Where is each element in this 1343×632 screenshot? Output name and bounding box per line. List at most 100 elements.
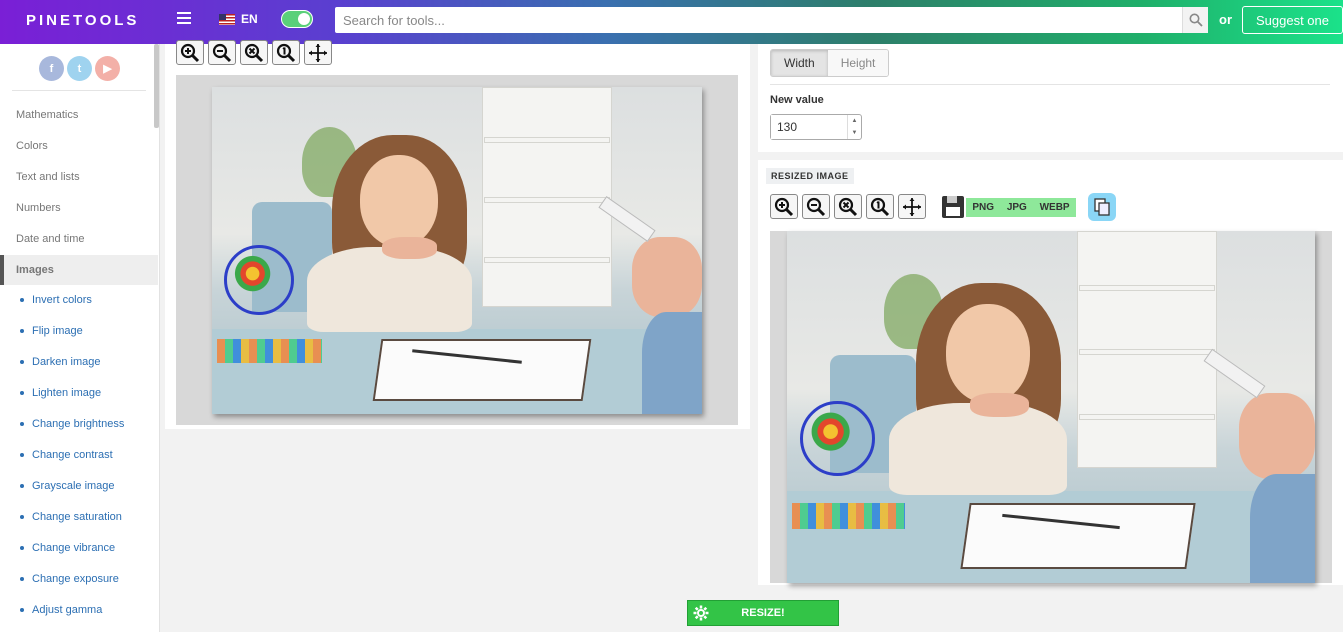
zoom-fit-icon	[838, 197, 858, 216]
sidebar-subitem-flip-image[interactable]: Flip image	[20, 325, 83, 337]
copy-to-clipboard-button[interactable]	[1088, 193, 1116, 221]
photo-sleeve	[1250, 474, 1315, 583]
twitter-icon[interactable]: t	[67, 56, 92, 81]
suggest-button[interactable]: Suggest one	[1242, 6, 1343, 34]
stepper-arrows: ▲ ▼	[847, 115, 861, 139]
zoom-fit-button[interactable]	[240, 40, 268, 65]
download-jpg-button[interactable]: JPG	[1007, 202, 1027, 213]
resized-image-title: RESIZED IMAGE	[766, 168, 854, 184]
photo-shelf	[484, 257, 610, 263]
photo-clipboard	[372, 339, 592, 401]
photo-girl-face	[946, 304, 1030, 403]
tab-width[interactable]: Width	[771, 50, 828, 76]
zoom-in-button[interactable]	[770, 194, 798, 219]
photo-toy	[224, 245, 294, 315]
sidebar-scrollbar[interactable]	[154, 44, 159, 128]
resized-zoom-toolbar	[770, 194, 926, 219]
zoom-actual-size-button[interactable]	[272, 40, 300, 65]
options-divider	[770, 84, 1330, 85]
decrement-icon[interactable]: ▼	[848, 127, 861, 139]
sidebar-subitem-change-saturation[interactable]: Change saturation	[20, 511, 122, 523]
sidebar-subitem-change-vibrance[interactable]: Change vibrance	[20, 542, 115, 554]
resize-button-label: RESIZE!	[741, 607, 785, 619]
sidebar: f t ▶ Mathematics Colors Text and lists …	[0, 44, 160, 632]
save-icon	[942, 196, 964, 218]
sidebar-item-numbers[interactable]: Numbers	[16, 202, 61, 214]
zoom-in-button[interactable]	[176, 40, 204, 65]
zoom-fit-icon	[244, 43, 264, 62]
resized-image	[787, 231, 1315, 583]
sidebar-subitem-invert-colors[interactable]: Invert colors	[20, 294, 92, 306]
photo-shelf	[484, 137, 610, 143]
social-links: f t ▶	[39, 56, 120, 81]
search-input[interactable]	[335, 7, 1182, 33]
menu-icon[interactable]	[177, 12, 191, 26]
facebook-icon[interactable]: f	[39, 56, 64, 81]
original-image	[212, 87, 702, 414]
download-png-button[interactable]: PNG	[972, 202, 994, 213]
sidebar-item-text-and-lists[interactable]: Text and lists	[16, 171, 80, 183]
sidebar-subitem-lighten-image[interactable]: Lighten image	[20, 387, 101, 399]
sidebar-subitem-adjust-gamma[interactable]: Adjust gamma	[20, 604, 102, 616]
dark-mode-toggle[interactable]	[281, 10, 313, 28]
tab-height[interactable]: Height	[827, 50, 889, 76]
pan-button[interactable]	[304, 40, 332, 65]
sidebar-item-mathematics[interactable]: Mathematics	[16, 109, 78, 121]
photo-adult-hand	[1239, 393, 1315, 479]
photo-adult-hand	[632, 237, 702, 317]
dimension-selector: Width Height	[770, 49, 890, 77]
pan-button[interactable]	[898, 194, 926, 219]
search-box	[335, 7, 1208, 33]
resized-image-panel: RESIZED IMAGE PNG JPG WEBP	[758, 160, 1343, 585]
sidebar-subitem-darken-image[interactable]: Darken image	[20, 356, 100, 368]
resize-button[interactable]: RESIZE!	[687, 600, 839, 626]
photo-clipboard	[960, 503, 1196, 569]
photo-hands	[970, 393, 1029, 417]
new-value-input[interactable]	[771, 115, 847, 139]
move-icon	[309, 43, 327, 62]
sidebar-item-label: Images	[16, 264, 54, 276]
youtube-icon[interactable]: ▶	[95, 56, 120, 81]
photo-blocks	[217, 339, 322, 363]
photo-shelf	[1079, 285, 1215, 291]
sidebar-divider	[12, 90, 146, 91]
zoom-out-icon	[806, 197, 826, 216]
or-text: or	[1219, 12, 1232, 27]
photo-girl-body	[307, 247, 472, 332]
photo-girl-face	[360, 155, 438, 247]
sidebar-subitem-grayscale-image[interactable]: Grayscale image	[20, 480, 115, 492]
new-value-stepper: ▲ ▼	[770, 114, 862, 140]
sidebar-subitem-change-contrast[interactable]: Change contrast	[20, 449, 113, 461]
site-logo[interactable]: PINETOOLS	[26, 12, 139, 29]
search-button[interactable]	[1182, 7, 1208, 33]
us-flag-icon	[219, 13, 235, 25]
zoom-out-icon	[212, 43, 232, 62]
sidebar-item-colors[interactable]: Colors	[16, 140, 48, 152]
new-value-label: New value	[770, 94, 824, 106]
search-icon	[1189, 13, 1203, 27]
zoom-out-button[interactable]	[802, 194, 830, 219]
download-format-bar: PNG JPG WEBP	[966, 198, 1076, 217]
sidebar-item-date-and-time[interactable]: Date and time	[16, 233, 84, 245]
sidebar-item-images[interactable]: Images	[0, 255, 158, 285]
increment-icon[interactable]: ▲	[848, 115, 861, 127]
photo-toy	[800, 401, 875, 476]
sidebar-subitem-change-brightness[interactable]: Change brightness	[20, 418, 124, 430]
original-zoom-toolbar	[176, 40, 332, 65]
language-selector[interactable]: EN	[219, 12, 258, 26]
zoom-out-button[interactable]	[208, 40, 236, 65]
zoom-actual-size-button[interactable]	[866, 194, 894, 219]
zoom-in-icon	[180, 43, 200, 62]
zoom-actual-icon	[276, 43, 296, 62]
zoom-fit-button[interactable]	[834, 194, 862, 219]
photo-girl-body	[889, 403, 1067, 495]
original-image-panel	[165, 40, 750, 429]
move-icon	[903, 197, 921, 216]
original-image-frame	[176, 75, 738, 425]
photo-blocks	[792, 503, 905, 529]
sidebar-subitem-change-exposure[interactable]: Change exposure	[20, 573, 119, 585]
download-webp-button[interactable]: WEBP	[1040, 202, 1070, 213]
resized-image-frame	[770, 231, 1332, 583]
photo-shelf	[1079, 349, 1215, 355]
zoom-actual-icon	[870, 197, 890, 216]
